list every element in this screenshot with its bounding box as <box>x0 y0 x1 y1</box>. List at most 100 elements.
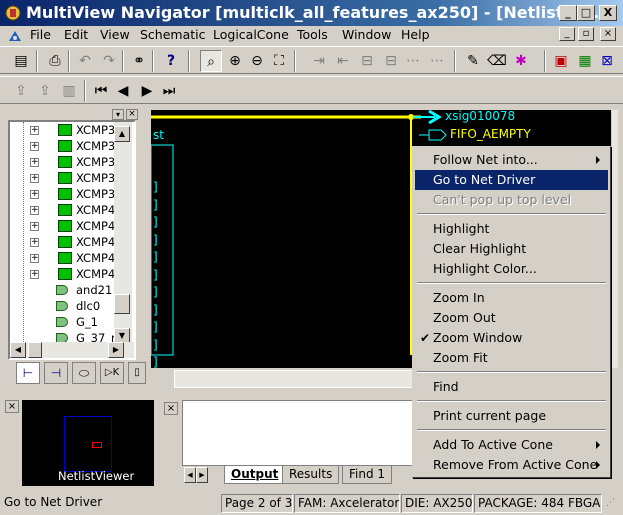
menu-item-zoom-window[interactable]: Zoom Window ✔ <box>415 328 608 348</box>
menu-view[interactable]: View <box>94 26 136 46</box>
find-binoculars-icon[interactable]: ⚭ <box>128 50 150 72</box>
menu-item-clear-highlight[interactable]: Clear Highlight <box>415 239 608 259</box>
expand-icon[interactable]: + <box>30 190 39 199</box>
expand-icon[interactable]: + <box>30 270 39 279</box>
menu-item-remove-from-active-cone[interactable]: Remove From Active Cone <box>415 455 608 475</box>
tree-item[interactable]: + XCMP38 <box>10 170 123 186</box>
lock-icon[interactable]: ⊟ <box>356 50 378 72</box>
pop-up-icon[interactable]: ⇤ <box>332 50 354 72</box>
menu-window[interactable]: Window <box>336 26 397 46</box>
tab-scroll-right-icon[interactable]: ▶ <box>196 467 208 483</box>
menu-item-highlight-color[interactable]: Highlight Color... <box>415 259 608 279</box>
expand-icon[interactable]: + <box>30 206 39 215</box>
export-icon[interactable]: ⇪ <box>10 80 32 102</box>
restore-button[interactable]: □ <box>577 5 595 21</box>
lock-alt-icon[interactable]: ⊟ <box>380 50 402 72</box>
tree-item[interactable]: G_1 <box>10 314 118 330</box>
zoom-window-icon[interactable]: ⌕ <box>200 50 222 72</box>
hierarchy-icon[interactable]: ▦ <box>574 50 596 72</box>
menu-item-zoom-out[interactable]: Zoom Out <box>415 308 608 328</box>
tree-item[interactable]: + XCMP40 <box>10 202 123 218</box>
tree-item[interactable]: + XCMP42 <box>10 234 123 250</box>
push-into-icon[interactable]: ⇥ <box>308 50 330 72</box>
color-icon[interactable]: ✱ <box>510 50 532 72</box>
menu-item-highlight[interactable]: Highlight <box>415 219 608 239</box>
expand-icon[interactable]: + <box>30 158 39 167</box>
net-label-xsig[interactable]: xsig010078 <box>445 110 515 123</box>
tree-horizontal-scrollbar[interactable]: ◀ ▶ <box>10 342 134 358</box>
menu-item-add-to-active-cone[interactable]: Add To Active Cone <box>415 435 608 455</box>
redo-icon[interactable]: ↷ <box>98 50 120 72</box>
expand-icon[interactable]: + <box>30 238 39 247</box>
preview-viewport-rect[interactable] <box>92 442 102 448</box>
size-grip-icon[interactable]: ⋰ <box>606 498 615 508</box>
schematic-hscroll[interactable] <box>174 370 414 388</box>
stack-icon[interactable]: ▥ <box>58 80 80 102</box>
chip-icon[interactable]: ▣ <box>550 50 572 72</box>
output-pane[interactable] <box>182 400 422 466</box>
bus-icon[interactable]: ⋯ <box>402 50 424 72</box>
expand-icon[interactable]: + <box>30 222 39 231</box>
tree-item[interactable]: and21 <box>10 282 118 298</box>
new-icon[interactable]: ▤ <box>10 50 32 72</box>
expand-icon[interactable]: + <box>30 126 39 135</box>
tab-ports-icon[interactable]: ⬭ <box>72 362 96 384</box>
panel-dropdown-icon[interactable]: ▾ <box>112 109 124 120</box>
tab-find-1[interactable]: Find 1 <box>342 466 393 484</box>
menu-item-zoom-in[interactable]: Zoom In <box>415 288 608 308</box>
expand-icon[interactable]: + <box>30 174 39 183</box>
minimize-button[interactable]: _ <box>559 5 577 21</box>
zoom-fit-icon[interactable]: ⛶ <box>268 50 290 72</box>
menu-tools[interactable]: Tools <box>291 26 334 46</box>
first-page-icon[interactable]: ⏮ <box>90 80 112 102</box>
mdi-close-button[interactable]: × <box>600 27 616 41</box>
scroll-up-icon[interactable]: ▲ <box>114 126 130 142</box>
tree-item[interactable]: + XCMP37 <box>10 154 123 170</box>
preview-close-icon[interactable]: × <box>5 400 19 413</box>
menu-item-find[interactable]: Find <box>415 377 608 397</box>
menu-file[interactable]: File <box>24 26 57 46</box>
tree-item[interactable]: dlc0 <box>10 298 118 314</box>
network-icon[interactable]: ⊠ <box>596 50 618 72</box>
menu-item-zoom-fit[interactable]: Zoom Fit <box>415 348 608 368</box>
menu-item-print-current-page[interactable]: Print current page <box>415 406 608 426</box>
expand-icon[interactable]: + <box>30 142 39 151</box>
net-label-fifo[interactable]: FIFO_AEMPTY <box>450 127 531 141</box>
export-alt-icon[interactable]: ⇪ <box>34 80 56 102</box>
pencil-icon[interactable]: ✎ <box>462 50 484 72</box>
menu-item-go-to-net-driver[interactable]: Go to Net Driver <box>415 170 608 190</box>
scroll-right-icon[interactable]: ▶ <box>108 342 124 358</box>
schematic-vscroll[interactable] <box>612 110 618 368</box>
tree-vertical-scrollbar[interactable]: ▲ ▼ <box>114 122 132 344</box>
tab-scroll-left-icon[interactable]: ◀ <box>184 467 196 483</box>
zoom-out-icon[interactable]: ⊖ <box>246 50 268 72</box>
mdi-minimize-button[interactable]: _ <box>559 27 575 41</box>
help-icon[interactable]: ? <box>160 50 182 72</box>
tree-item[interactable]: + XCMP44 <box>10 266 123 282</box>
child-window-icon[interactable] <box>6 28 24 44</box>
hscroll-thumb[interactable] <box>28 342 42 358</box>
tab-hierarchy-icon[interactable]: ⊢ <box>16 362 40 384</box>
eraser-icon[interactable]: ⌫ <box>486 50 508 72</box>
panel-close-icon[interactable]: × <box>126 109 138 120</box>
tree-item[interactable]: + XCMP43 <box>10 250 123 266</box>
menu-help[interactable]: Help <box>395 26 436 46</box>
tab-flat-icon[interactable]: ⊣ <box>44 362 68 384</box>
tab-gates-icon[interactable]: ▷K <box>100 362 124 384</box>
tab-results[interactable]: Results <box>282 466 340 484</box>
expand-icon[interactable]: + <box>30 254 39 263</box>
tab-output[interactable]: Output <box>224 466 286 484</box>
mdi-restore-button[interactable]: ▫ <box>578 27 594 41</box>
last-page-icon[interactable]: ⏭ <box>158 80 180 102</box>
tree-item[interactable]: + XCMP41 <box>10 218 123 234</box>
menu-item-follow-net-into[interactable]: Follow Net into... <box>415 150 608 170</box>
close-button[interactable]: X <box>599 5 617 21</box>
previous-page-icon[interactable]: ◀ <box>112 80 134 102</box>
print-icon[interactable]: ⎙ <box>44 50 66 72</box>
tree-item[interactable]: + XCMP39 <box>10 186 123 202</box>
next-page-icon[interactable]: ▶ <box>136 80 158 102</box>
scroll-thumb[interactable] <box>114 294 130 314</box>
tab-more-icon[interactable]: ▯ <box>128 362 146 384</box>
bus-alt-icon[interactable]: ⋯ <box>426 50 448 72</box>
menu-edit[interactable]: Edit <box>58 26 94 46</box>
